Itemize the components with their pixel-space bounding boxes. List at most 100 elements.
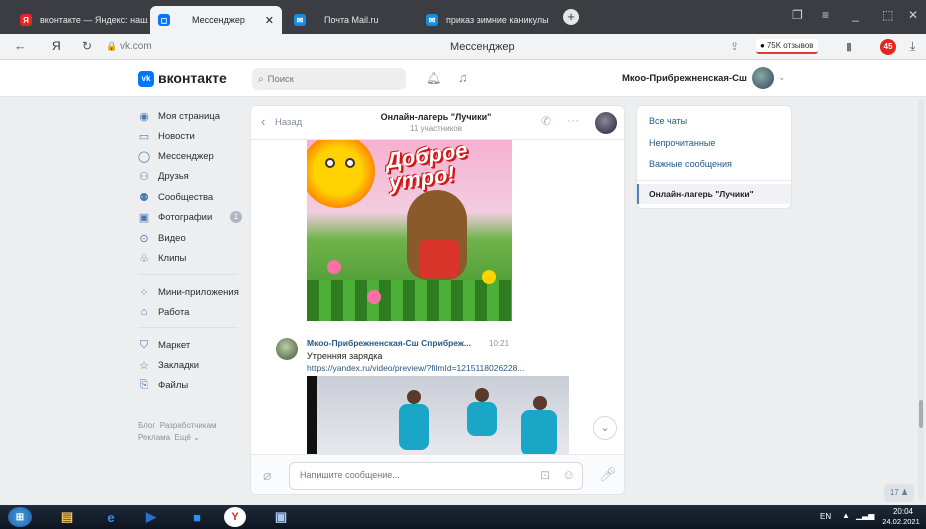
menu-item-news[interactable]: ▭ Новости bbox=[138, 128, 195, 144]
menu-item-video[interactable]: ⊙ Видео bbox=[138, 230, 186, 246]
more-icon[interactable]: ··· bbox=[567, 113, 579, 127]
message-icon: ◯ bbox=[137, 150, 151, 163]
filter-important[interactable]: Важные сообщения bbox=[649, 159, 732, 169]
message-input-box[interactable]: ⊡ ☺ bbox=[289, 462, 583, 490]
new-tab-button[interactable]: + bbox=[563, 9, 579, 25]
share-icon[interactable]: ⇪ bbox=[730, 40, 739, 53]
music-icon[interactable]: ♫ bbox=[458, 70, 468, 85]
ie-icon[interactable]: e bbox=[96, 507, 126, 527]
scrollbar-thumb[interactable] bbox=[919, 400, 923, 428]
flower bbox=[367, 290, 381, 304]
footer-link-more[interactable]: Ещё bbox=[175, 433, 191, 442]
camera-icon[interactable]: ⊡ bbox=[540, 468, 550, 482]
chat-avatar[interactable] bbox=[595, 112, 617, 134]
menu-item-files[interactable]: ⎘ Файлы bbox=[138, 377, 189, 393]
emoji-icon[interactable]: ☺ bbox=[562, 467, 575, 482]
flower bbox=[327, 260, 341, 274]
greeting-image[interactable]: Доброе утро! bbox=[307, 140, 512, 321]
yandex-browser-icon[interactable]: Y bbox=[224, 507, 246, 527]
menu-item-work[interactable]: ⌂ Работа bbox=[138, 304, 190, 320]
search-input[interactable] bbox=[267, 73, 388, 85]
chevron-down-icon[interactable]: ⌄ bbox=[778, 72, 786, 83]
close-window-icon[interactable]: ✕ bbox=[908, 8, 918, 22]
phone-icon[interactable]: ✆ bbox=[541, 114, 551, 128]
reviews-badge[interactable]: ● 75K отзывов bbox=[756, 39, 818, 54]
message-avatar[interactable] bbox=[276, 338, 298, 360]
minimize-icon[interactable]: _ bbox=[852, 8, 859, 22]
back-button[interactable]: Назад bbox=[275, 117, 302, 128]
active-chat-item[interactable]: Онлайн-лагерь "Лучики" bbox=[637, 184, 791, 204]
reload-icon[interactable]: ↻ bbox=[82, 39, 92, 53]
clock-time[interactable]: 20:04 bbox=[886, 507, 920, 516]
explorer-icon[interactable]: ▤ bbox=[52, 507, 82, 527]
yandex-logo-icon[interactable]: Я bbox=[52, 39, 61, 53]
online-counter[interactable]: 17 ♟ bbox=[884, 484, 914, 502]
user-name[interactable]: Мкоо-Прибрежненская-Сш bbox=[622, 73, 747, 84]
tab-messenger[interactable]: ◻ Мессенджер ✕ bbox=[150, 6, 282, 34]
menu-item-clips[interactable]: ♧ Клипы bbox=[138, 250, 186, 266]
tab-yandex-search[interactable]: Я вконтакте — Яндекс: нашл bbox=[12, 6, 148, 34]
back-chevron-icon[interactable]: ‹ bbox=[261, 114, 265, 129]
menu-item-label: Видео bbox=[158, 232, 186, 244]
message-link[interactable]: https://yandex.ru/video/preview/?filmId=… bbox=[307, 363, 539, 373]
search-box[interactable]: ⌕ bbox=[252, 68, 406, 90]
online-count: 17 bbox=[889, 488, 899, 497]
filter-unread[interactable]: Непрочитанные bbox=[649, 138, 715, 148]
page-scrollbar[interactable] bbox=[918, 100, 924, 500]
collections-icon[interactable]: ❐ bbox=[792, 8, 803, 22]
menu-item-market[interactable]: ⛉ Маркет bbox=[138, 337, 190, 353]
chat-subtitle[interactable]: 11 участников bbox=[331, 124, 541, 133]
video-preview[interactable] bbox=[307, 376, 569, 456]
menu-item-messenger[interactable]: ◯ Мессенджер bbox=[138, 148, 214, 164]
mail-icon: ✉ bbox=[294, 14, 306, 26]
chat-title[interactable]: Онлайн-лагерь "Лучики" bbox=[331, 112, 541, 122]
footer-link-developers[interactable]: Разработчикам bbox=[160, 421, 217, 430]
tab-mail[interactable]: ✉ Почта Mail.ru bbox=[286, 6, 412, 34]
scroll-down-button[interactable]: ⌄ bbox=[593, 416, 617, 440]
work-icon: ⌂ bbox=[140, 306, 148, 318]
message-input[interactable] bbox=[300, 470, 530, 480]
vk-logo-text[interactable]: вконтакте bbox=[158, 70, 227, 86]
clock-date[interactable]: 24.02.2021 bbox=[878, 517, 924, 526]
signal-icon[interactable]: ▁▃▅ bbox=[856, 511, 874, 520]
footer-link-ads[interactable]: Реклама bbox=[138, 433, 170, 442]
start-button[interactable]: ⊞ bbox=[8, 507, 32, 527]
menu-item-label: Закладки bbox=[158, 359, 200, 371]
microphone-icon[interactable]: 🎤︎ bbox=[599, 466, 617, 483]
message-author[interactable]: Мкоо-Прибрежненская-Сш Сприбреж... bbox=[307, 338, 471, 348]
zoom-icon[interactable]: ■ bbox=[182, 507, 212, 527]
window-icon[interactable]: ▣ bbox=[266, 507, 296, 527]
menu-item-bookmarks[interactable]: ☆ Закладки bbox=[138, 357, 199, 373]
close-icon[interactable]: ✕ bbox=[257, 14, 274, 27]
vk-logo-icon[interactable]: vk bbox=[138, 71, 154, 87]
back-arrow-icon[interactable]: ← bbox=[14, 39, 27, 53]
menu-item-photos[interactable]: ▣ Фотографии 1 bbox=[138, 209, 242, 225]
bell-icon[interactable]: 🔔︎ bbox=[426, 71, 441, 85]
menu-item-friends[interactable]: ⚇ Друзья bbox=[138, 168, 189, 184]
chevron-down-icon[interactable]: ⌄ bbox=[193, 433, 200, 442]
download-icon[interactable]: ⤓ bbox=[910, 39, 915, 54]
bookmark-icon[interactable]: ▮ bbox=[846, 40, 852, 53]
message-time: 10:21 bbox=[489, 339, 510, 348]
url-text[interactable]: vk.com bbox=[120, 41, 152, 52]
menu-icon[interactable]: ≡ bbox=[822, 8, 829, 22]
restore-icon[interactable]: ⬚ bbox=[882, 8, 893, 22]
menu-item-communities[interactable]: ⚉ Сообщества bbox=[138, 189, 213, 205]
notifications-badge[interactable]: 45 bbox=[880, 39, 896, 55]
media-player-icon[interactable]: ▶ bbox=[136, 507, 166, 527]
apps-icon: ⁘ bbox=[139, 286, 149, 299]
footer-link-blog[interactable]: Блог bbox=[138, 421, 155, 430]
menu-item-mini-apps[interactable]: ⁘ Мини-приложения bbox=[138, 284, 238, 300]
attach-icon[interactable]: ⌀ bbox=[263, 467, 271, 484]
tab-mail-order[interactable]: ✉ приказ зимние каникулы bbox=[418, 6, 554, 34]
avatar[interactable] bbox=[752, 67, 774, 89]
language-indicator[interactable]: EN bbox=[820, 512, 831, 521]
filter-all-chats[interactable]: Все чаты bbox=[649, 116, 687, 126]
footer-links: Блог Разработчикам Реклама Ещё ⌄ bbox=[138, 420, 248, 444]
menu-item-my-page[interactable]: ◉ Моя страница bbox=[138, 108, 220, 124]
menu-divider bbox=[138, 274, 238, 275]
greeting-text: Доброе утро! bbox=[384, 140, 469, 196]
menu-item-label: Друзья bbox=[158, 170, 189, 182]
browser-tab-bar: Я вконтакте — Яндекс: нашл ◻ Мессенджер … bbox=[0, 0, 926, 34]
tray-arrow-icon[interactable]: ▲ bbox=[842, 511, 850, 520]
